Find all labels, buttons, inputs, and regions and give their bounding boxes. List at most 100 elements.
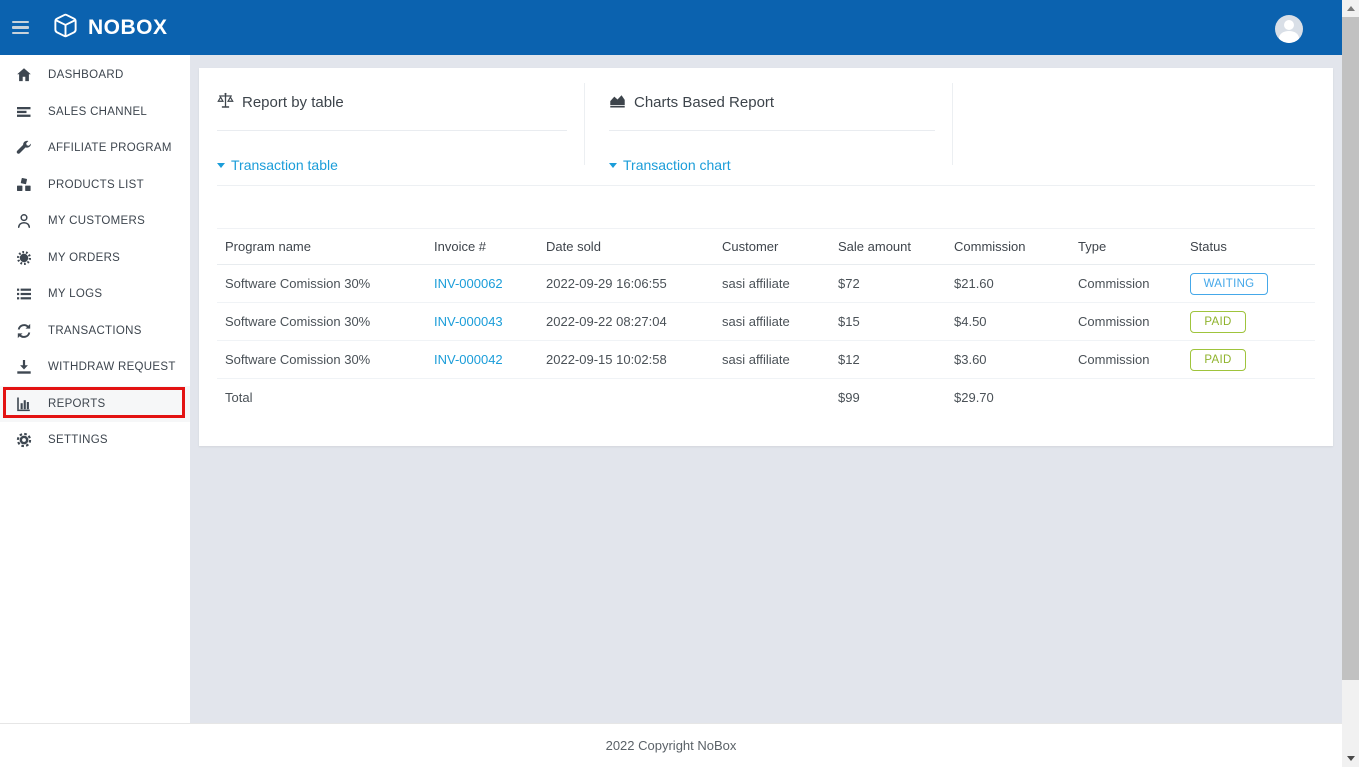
date-sold-cell: 2022-09-22 08:27:04 [538,303,714,341]
col-status: Status [1182,229,1315,265]
transaction-table-link[interactable]: Transaction table [217,157,567,173]
wrench-icon [16,140,36,156]
sidebar-item-label: TRANSACTIONS [48,325,142,337]
scrollbar-thumb[interactable] [1342,17,1359,680]
program-name-cell: Software Comission 30% [217,341,426,379]
status-badge: WAITING [1190,273,1268,295]
sidebar-item-my-logs[interactable]: MY LOGS [0,276,190,313]
area-chart-icon [609,92,626,113]
user-avatar[interactable] [1275,15,1303,43]
sidebar-item-label: SETTINGS [48,434,108,446]
total-commission: $29.70 [946,379,1070,417]
table-row: Software Comission 30% INV-000042 2022-0… [217,341,1315,379]
vertical-scrollbar[interactable] [1342,0,1359,767]
total-label: Total [217,379,426,417]
sidebar-item-label: AFFILIATE PROGRAM [48,142,172,154]
col-type: Type [1070,229,1182,265]
arrow-up-icon [1347,6,1355,11]
cubes-icon [16,177,36,193]
bar-chart-icon [16,396,36,412]
sidebar-item-withdraw-request[interactable]: WITHDRAW REQUEST [0,349,190,386]
sidebar-item-dashboard[interactable]: DASHBOARD [0,57,190,94]
main-content: Report by table Transaction table Charts… [190,55,1342,723]
sidebar-item-label: WITHDRAW REQUEST [48,361,176,373]
sidebar-item-label: REPORTS [48,398,105,410]
table-row: Software Comission 30% INV-000043 2022-0… [217,303,1315,341]
panel-title-row: Charts Based Report [609,82,935,113]
invoice-link[interactable]: INV-000043 [434,314,503,329]
person-icon [16,213,36,229]
sidebar-item-affiliate-program[interactable]: AFFILIATE PROGRAM [0,130,190,167]
col-commission: Commission [946,229,1070,265]
channel-bars-icon [16,104,36,120]
commission-cell: $3.60 [946,341,1070,379]
sidebar-item-settings[interactable]: SETTINGS [0,422,190,459]
brand[interactable]: NOBOX [52,12,168,44]
sync-icon [16,323,36,339]
col-date-sold: Date sold [538,229,714,265]
type-cell: Commission [1070,341,1182,379]
panel-title: Charts Based Report [634,94,774,111]
sale-amount-cell: $12 [830,341,946,379]
transactions-table: Program name Invoice # Date sold Custome… [217,228,1315,417]
empty-panel [953,68,1333,185]
customer-cell: sasi affiliate [714,341,830,379]
scroll-up-button[interactable] [1342,0,1359,17]
divider [217,130,567,131]
type-cell: Commission [1070,303,1182,341]
transaction-chart-link[interactable]: Transaction chart [609,157,935,173]
type-cell: Commission [1070,265,1182,303]
sidebar-item-transactions[interactable]: TRANSACTIONS [0,313,190,350]
date-sold-cell: 2022-09-15 10:02:58 [538,341,714,379]
caret-down-icon [609,163,617,168]
panel-title-row: Report by table [217,82,567,113]
footer: 2022 Copyright NoBox [0,723,1342,767]
hamburger-menu-icon[interactable] [2,10,38,46]
sidebar-item-label: SALES CHANNEL [48,106,147,118]
sidebar-item-label: MY ORDERS [48,252,120,264]
scale-icon [217,92,234,113]
sidebar-item-label: MY LOGS [48,288,102,300]
sidebar-item-products-list[interactable]: PRODUCTS LIST [0,167,190,204]
program-name-cell: Software Comission 30% [217,303,426,341]
col-invoice: Invoice # [426,229,538,265]
home-icon [16,67,36,83]
sidebar-item-sales-channel[interactable]: SALES CHANNEL [0,94,190,131]
sidebar: DASHBOARD SALES CHANNEL AFFILIATE PROGRA… [0,55,190,723]
sidebar-item-my-orders[interactable]: MY ORDERS [0,240,190,277]
scroll-down-button[interactable] [1342,750,1359,767]
commission-cell: $4.50 [946,303,1070,341]
divider [609,130,935,131]
caret-down-icon [217,163,225,168]
table-total-row: Total $99 $29.70 [217,379,1315,417]
invoice-link[interactable]: INV-000062 [434,276,503,291]
customer-cell: sasi affiliate [714,265,830,303]
gear-solid-icon [16,250,36,266]
status-badge: PAID [1190,349,1246,371]
sale-amount-cell: $15 [830,303,946,341]
table-header-row: Program name Invoice # Date sold Custome… [217,229,1315,265]
date-sold-cell: 2022-09-29 16:06:55 [538,265,714,303]
customer-cell: sasi affiliate [714,303,830,341]
divider [217,185,1315,186]
charts-based-report-panel: Charts Based Report Transaction chart [585,68,953,185]
panel-title: Report by table [242,94,344,111]
sale-amount-cell: $72 [830,265,946,303]
sidebar-item-my-customers[interactable]: MY CUSTOMERS [0,203,190,240]
brand-name: NOBOX [88,16,168,40]
program-name-cell: Software Comission 30% [217,265,426,303]
sidebar-item-label: DASHBOARD [48,69,124,81]
status-badge: PAID [1190,311,1246,333]
total-sale-amount: $99 [830,379,946,417]
commission-cell: $21.60 [946,265,1070,303]
sidebar-item-reports[interactable]: REPORTS [0,386,190,423]
table-row: Software Comission 30% INV-000062 2022-0… [217,265,1315,303]
col-program-name: Program name [217,229,426,265]
col-customer: Customer [714,229,830,265]
arrow-down-icon [1347,756,1355,761]
sidebar-item-label: PRODUCTS LIST [48,179,144,191]
invoice-link[interactable]: INV-000042 [434,352,503,367]
download-icon [16,359,36,375]
report-by-table-panel: Report by table Transaction table [199,68,585,185]
report-panels: Report by table Transaction table Charts… [199,68,1333,185]
